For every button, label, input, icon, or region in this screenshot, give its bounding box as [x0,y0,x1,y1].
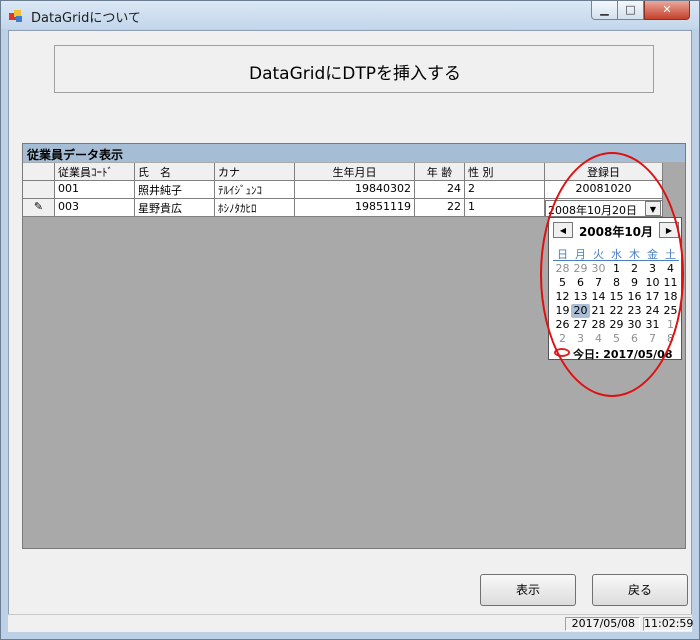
maximize-button[interactable]: □ [617,1,644,20]
row-header-corner [23,163,55,181]
page-title: DataGridにDTPを挿入する [249,64,461,84]
column-header-sex[interactable]: 性 別 [465,163,545,181]
close-icon: ✕ [662,3,672,16]
status-date: 2017/05/08 [565,617,640,631]
cell-birth[interactable]: 19851119 [295,199,415,217]
highlight-annotation [540,152,684,397]
cell-name[interactable]: 星野貴広 [135,199,215,217]
cell-birth[interactable]: 19840302 [295,181,415,199]
cell-code[interactable]: 001 [55,181,135,199]
status-bar: 2017/05/08 11:02:59 [8,614,694,632]
cell-age[interactable]: 22 [415,199,465,217]
status-time: 11:02:59 [643,617,694,631]
show-button[interactable]: 表示 [480,574,576,606]
app-icon [9,10,22,22]
row-indicator-edit[interactable]: ✎ [23,199,55,217]
row-indicator[interactable] [23,181,55,199]
cell-name[interactable]: 照井純子 [135,181,215,199]
column-header-code[interactable]: 従業員ｺｰﾄﾞ [55,163,135,181]
window-title: DataGridについて [31,11,141,26]
cell-sex[interactable]: 1 [465,199,545,217]
cell-age[interactable]: 24 [415,181,465,199]
column-header-birth[interactable]: 生年月日 [295,163,415,181]
minimize-button[interactable]: ▁ [591,1,618,20]
minimize-icon: ▁ [600,3,609,16]
column-header-name[interactable]: 氏 名 [135,163,215,181]
pencil-icon: ✎ [33,200,44,213]
header-panel: DataGridにDTPを挿入する [54,45,654,93]
close-button[interactable]: ✕ [644,1,690,20]
column-header-kana[interactable]: カナ [215,163,295,181]
back-button[interactable]: 戻る [592,574,688,606]
cell-kana[interactable]: ﾃﾙｲｼﾞｭﾝｺ [215,181,295,199]
maximize-icon: □ [625,3,636,16]
cell-sex[interactable]: 2 [465,181,545,199]
cell-kana[interactable]: ﾎｼﾉﾀｶﾋﾛ [215,199,295,217]
column-header-age[interactable]: 年 齢 [415,163,465,181]
cell-code[interactable]: 003 [55,199,135,217]
